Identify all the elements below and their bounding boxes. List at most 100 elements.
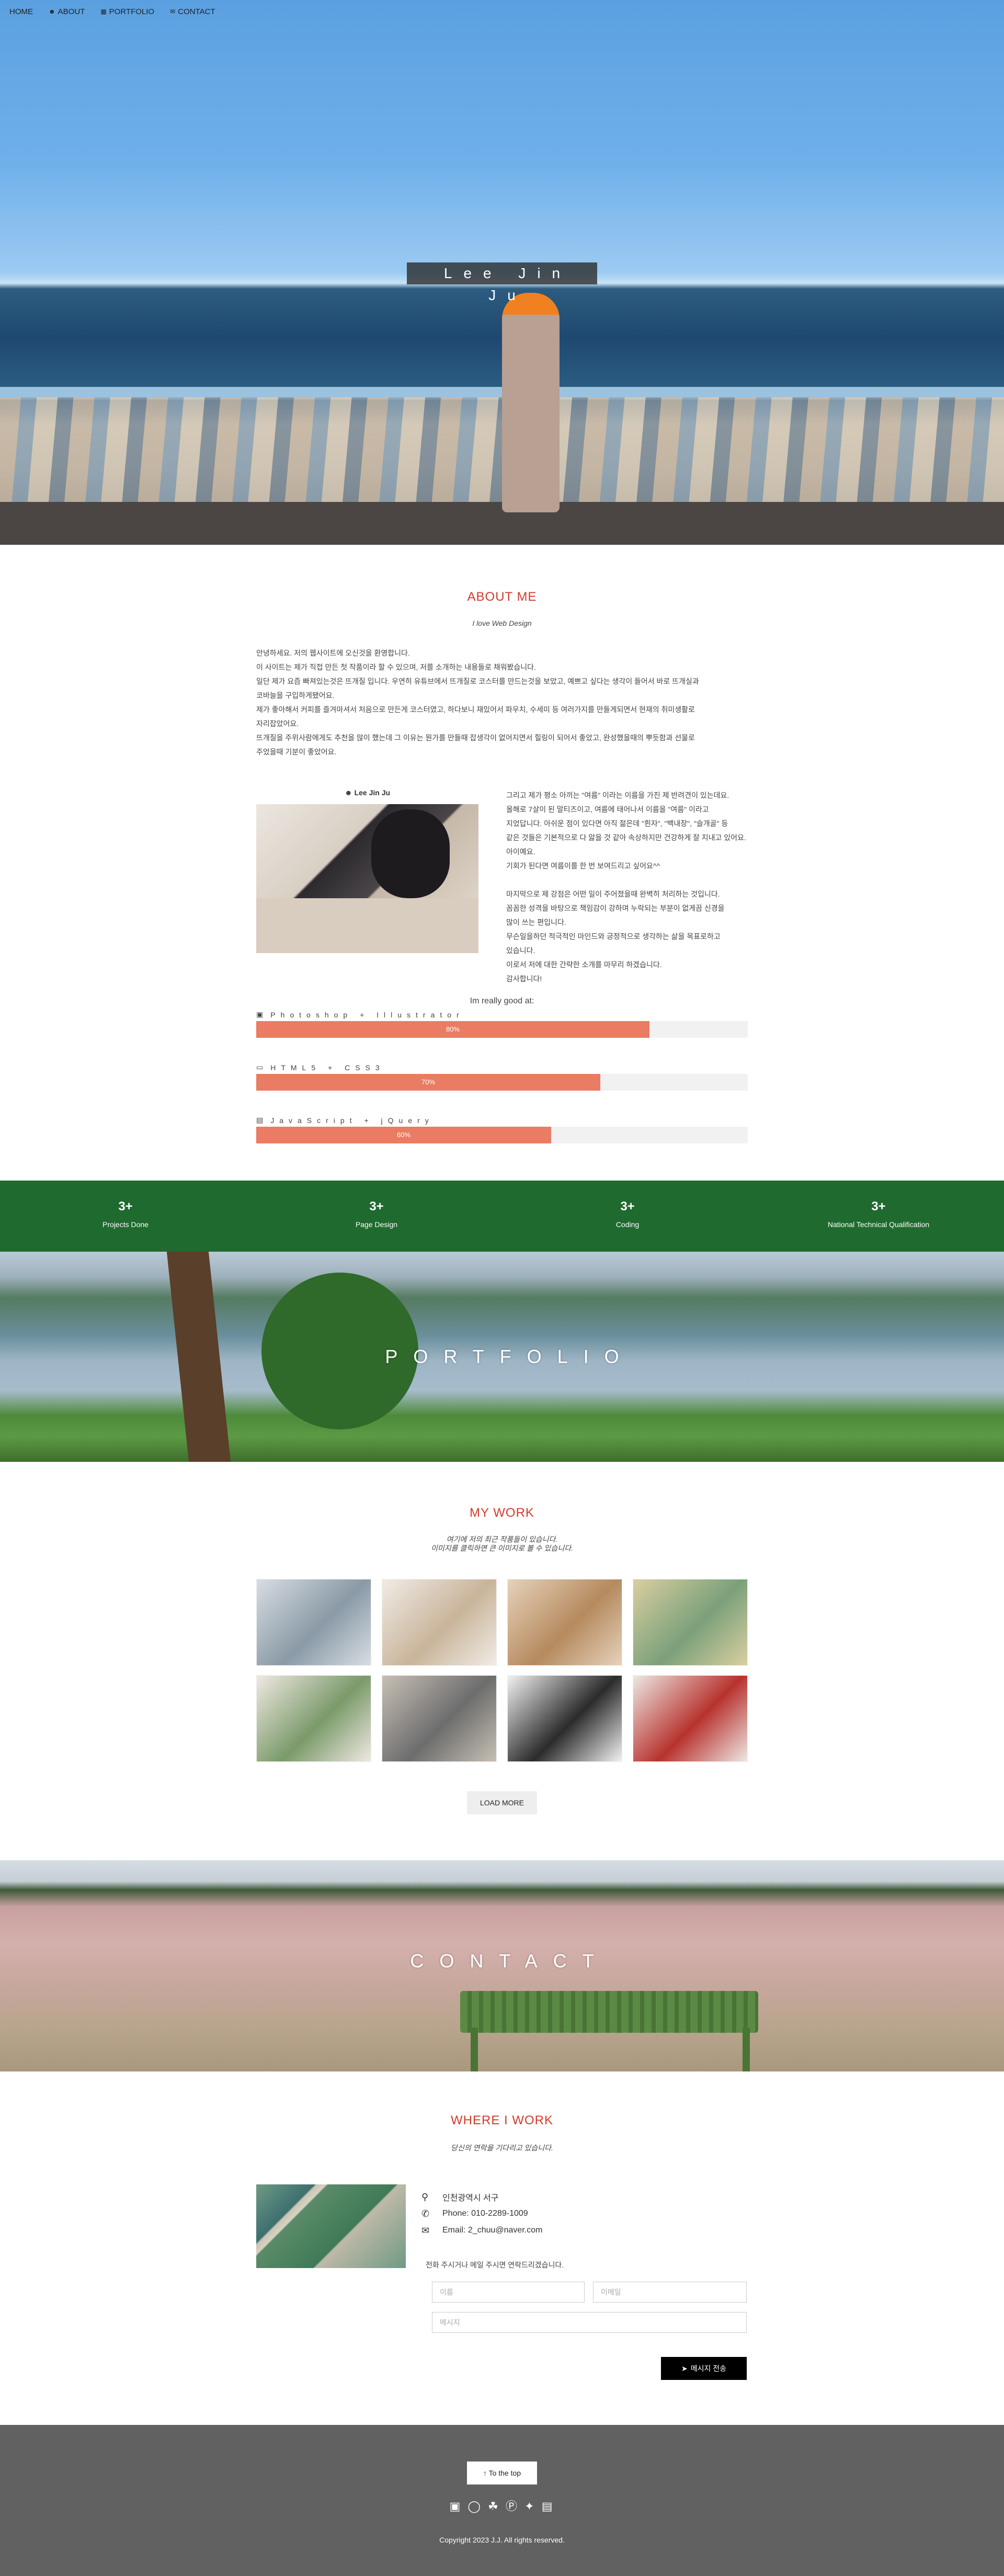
- about-intro-line: 코바늘을 구입하게됐어요.: [256, 691, 335, 700]
- profile-text-line: [506, 873, 748, 887]
- camera-icon: ▣: [256, 1010, 269, 1018]
- profile-text-line: 올해로 7살이 된 말티즈이고, 여름에 태어나서 이름을 "여름" 이라고: [506, 805, 709, 814]
- counter-label: Page Design: [355, 1220, 398, 1229]
- portfolio-subtitle-line: 여기에 저의 최근 작품들이 있습니다.: [446, 1535, 558, 1543]
- nav-portfolio[interactable]: ▦ PORTFOLIO: [100, 7, 154, 16]
- pinterest-icon[interactable]: Ⓟ: [506, 2500, 519, 2513]
- counter-label: Projects Done: [102, 1220, 149, 1229]
- email-text: Email: 2_chuu@naver.com: [442, 2226, 543, 2235]
- banner-bench: [460, 1991, 758, 2033]
- email-input[interactable]: [593, 2282, 747, 2303]
- portfolio-thumb-map[interactable]: [633, 1579, 748, 1666]
- top-nav: HOME ☻ ABOUT ▦ PORTFOLIO ✉ CONTACT: [0, 0, 1004, 23]
- linkedin-icon[interactable]: ▤: [542, 2500, 555, 2513]
- portfolio-subtitle-line: 이미지를 클릭하면 큰 이미지로 볼 수 있습니다.: [431, 1544, 573, 1552]
- skills-block: Im really good at: ▣ Photoshop + Illustr…: [256, 997, 748, 1143]
- address-row: ⚲ 인천광역시 서구: [421, 2189, 748, 2205]
- counter-label: National Technical Qualification: [827, 1220, 930, 1229]
- profile-text-line: 아이예요.: [506, 848, 535, 856]
- contact-title: WHERE I WORK: [451, 2113, 553, 2127]
- nav-about-label: ABOUT: [58, 7, 85, 16]
- profile-text-line: 지었답니다. 아쉬운 점이 있다면 아직 젊은데 "흰자", "백내장", "슬…: [506, 819, 728, 828]
- banner-bench-leg: [743, 2028, 750, 2071]
- hero-person: [502, 293, 560, 512]
- counters-strip: 3+ Projects Done 3+ Page Design 3+ Codin…: [0, 1181, 1004, 1252]
- portfolio-thumb-mountain[interactable]: [256, 1579, 371, 1666]
- about-section: ABOUT ME I love Web Design 안녕하세요. 저의 웹사이…: [0, 590, 1004, 1143]
- send-message-button[interactable]: ➤ 메시지 전송: [661, 2357, 747, 2380]
- about-intro-line: 일단 제가 요즘 빠져있는것은 뜨개질 입니다. 우연히 유튜브에서 뜨개질로 …: [256, 677, 699, 685]
- arrow-up-icon: ↑: [483, 2469, 487, 2477]
- map-marker-icon: ⚲: [421, 2191, 429, 2202]
- skill-label: ▭ HTML5 + CSS3: [256, 1063, 748, 1072]
- counter-number: 3+: [871, 1199, 886, 1213]
- nav-portfolio-label: PORTFOLIO: [109, 7, 155, 16]
- instagram-icon[interactable]: ◯: [467, 2500, 483, 2513]
- profile-text-line: 많이 쓰는 편입니다.: [506, 918, 566, 926]
- portfolio-thumb-puppy[interactable]: [507, 1675, 622, 1762]
- profile-text-line: 같은 것들은 기본적으로 다 앓을 것 같아 속상하지만 건강하게 잘 지내고 …: [506, 833, 746, 842]
- portfolio-banner-title: PORTFOLIO: [385, 1346, 635, 1367]
- address-text: 인천광역시 서구: [442, 2194, 499, 2203]
- about-subtitle: I love Web Design: [472, 619, 532, 627]
- skill-label: ▣ Photoshop + Illustrator: [256, 1010, 748, 1019]
- skill-bar: 60%: [256, 1127, 748, 1143]
- email-row: ✉ Email: 2_chuu@naver.com: [421, 2222, 748, 2239]
- about-title: ABOUT ME: [467, 590, 537, 604]
- portfolio-section: MY WORK 여기에 저의 최근 작품들이 있습니다. 이미지를 클릭하면 큰…: [0, 1506, 1004, 1814]
- profile-photo: [256, 804, 478, 953]
- grid-icon: ▦: [100, 8, 107, 15]
- nav-home[interactable]: HOME: [9, 7, 33, 16]
- envelope-icon: ✉: [170, 8, 176, 15]
- counter-number: 3+: [620, 1199, 635, 1213]
- skill-bar-fill: 60%: [256, 1127, 551, 1143]
- portfolio-thumb-scrunchies[interactable]: [382, 1675, 497, 1762]
- profile-text: 그리고 제가 평소 아끼는 "여름" 이라는 이름을 가진 제 반려견이 있는데…: [506, 788, 748, 986]
- user-icon: ☻: [344, 788, 352, 797]
- about-intro-line: 뜨개질을 주위사람에게도 추천을 많이 했는데 그 이유는 뭔가를 만들때 잡생…: [256, 734, 695, 742]
- copyright-text: Copyright 2023 J.J. All rights reserved.: [439, 2536, 565, 2544]
- skill-name: Photoshop + Illustrator: [270, 1010, 464, 1019]
- counter-coding: 3+ Coding: [502, 1181, 753, 1252]
- skill-bar-fill: 80%: [256, 1021, 649, 1038]
- banner-bench-leg: [471, 2028, 478, 2071]
- footer: ↑ To the top ▣ ◯ ☘ Ⓟ ✦ ▤ Copyright 2023 …: [0, 2425, 1004, 2576]
- counter-qualification: 3+ National Technical Qualification: [753, 1181, 1004, 1252]
- facebook-icon[interactable]: ▣: [449, 2500, 462, 2513]
- profile-text-line: 꼼꼼한 성격을 바탕으로 책임감이 강하며 누락되는 부분이 없게끔 신경을: [506, 904, 725, 912]
- load-more-button[interactable]: LOAD MORE: [467, 1791, 537, 1814]
- about-intro-line: 주었을때 기분이 좋았어요.: [256, 748, 337, 756]
- portfolio-banner: PORTFOLIO: [0, 1252, 1004, 1462]
- nav-contact[interactable]: ✉ CONTACT: [170, 7, 215, 16]
- paper-plane-icon: ➤: [681, 2364, 688, 2373]
- location-map-image: [256, 2184, 406, 2268]
- twitter-icon[interactable]: ✦: [524, 2500, 536, 2513]
- hero-title: Lee Jin Ju: [407, 262, 597, 303]
- portfolio-thumb-beans[interactable]: [382, 1579, 497, 1666]
- social-links: ▣ ◯ ☘ Ⓟ ✦ ▤: [0, 2497, 1004, 2514]
- about-intro: 안녕하세요. 저의 웹사이트에 오신것을 환영합니다. 이 사이트는 제가 직접…: [256, 646, 748, 759]
- message-input[interactable]: [432, 2312, 747, 2333]
- name-input[interactable]: [432, 2282, 585, 2303]
- profile-text-line: 무슨일을하던 적극적인 마인드와 긍정적으로 생각하는 삶을 목표로하고: [506, 932, 721, 941]
- about-intro-line: 이 사이트는 제가 직접 만든 첫 작품이라 할 수 있으며, 저를 소개하는 …: [256, 663, 536, 671]
- nav-about[interactable]: ☻ ABOUT: [49, 7, 85, 16]
- skill-html: ▭ HTML5 + CSS3 70%: [256, 1063, 748, 1091]
- profile-photo-table: [256, 898, 478, 953]
- snapchat-icon[interactable]: ☘: [488, 2500, 500, 2513]
- counter-label: Coding: [615, 1220, 640, 1229]
- to-the-top-button[interactable]: ↑ To the top: [467, 2461, 537, 2485]
- contact-banner-title: CONTACT: [410, 1950, 610, 1972]
- portfolio-thumb-drinks[interactable]: [256, 1675, 371, 1762]
- counter-number: 3+: [369, 1199, 384, 1213]
- portfolio-thumb-wreath[interactable]: [633, 1675, 748, 1762]
- skill-bar: 70%: [256, 1074, 748, 1091]
- user-icon: ☻: [49, 8, 55, 15]
- portfolio-thumb-notebook[interactable]: [507, 1579, 622, 1666]
- skill-name: HTML5 + CSS3: [270, 1063, 385, 1072]
- skill-name: JavaScript + jQuery: [270, 1116, 434, 1125]
- skills-heading: Im really good at:: [470, 997, 534, 1005]
- contact-banner: CONTACT: [0, 1860, 1004, 2071]
- profile-card: ☻ Lee Jin Ju: [256, 788, 478, 953]
- send-message-label: 메시지 전송: [690, 2364, 727, 2373]
